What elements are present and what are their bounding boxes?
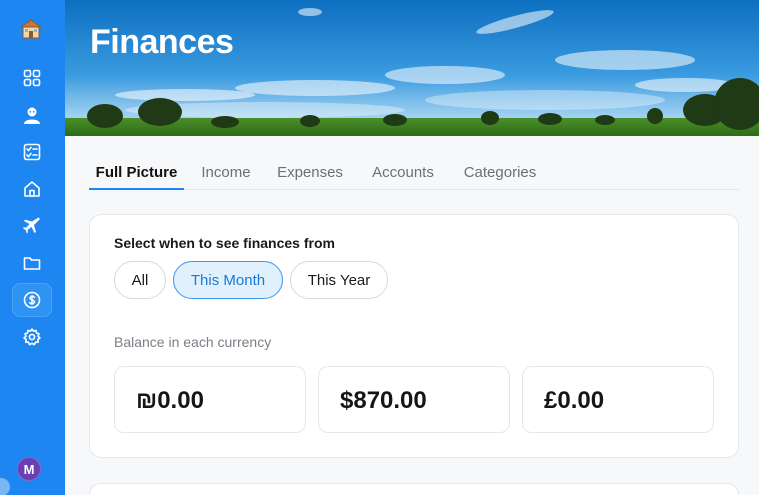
period-chip-this-month[interactable]: This Month — [173, 261, 283, 299]
balance-label: Balance in each currency — [114, 334, 272, 350]
page-title: Finances — [90, 23, 234, 61]
balance-card-usd: $870.00 — [318, 366, 510, 433]
sidebar-item-tasks[interactable] — [12, 135, 52, 169]
secondary-card — [89, 483, 739, 495]
plane-icon — [23, 217, 40, 234]
tab-categories[interactable]: Categories — [457, 155, 543, 190]
header-banner: Finances — [65, 0, 759, 136]
user-icon — [24, 107, 40, 124]
balance-amount: ₪0.00 — [136, 387, 204, 414]
sidebar-item-settings[interactable] — [12, 320, 52, 354]
landscape-image — [65, 0, 759, 136]
sidebar-item-dashboard[interactable] — [12, 61, 52, 95]
sidebar-item-travel[interactable] — [12, 209, 52, 243]
house-icon — [24, 181, 40, 197]
period-chip-all[interactable]: All — [114, 261, 166, 299]
sidebar: M — [0, 0, 65, 495]
home-logo-icon[interactable] — [19, 18, 43, 40]
sidebar-item-finances[interactable] — [12, 283, 52, 317]
finances-summary-card: Select when to see finances from All Thi… — [89, 214, 739, 458]
period-chip-this-year[interactable]: This Year — [290, 261, 388, 299]
balance-card-ils: ₪0.00 — [114, 366, 306, 433]
sidebar-item-home[interactable] — [12, 172, 52, 206]
status-dot — [0, 478, 10, 495]
folder-icon — [23, 257, 41, 270]
settings-icon — [23, 328, 41, 346]
tab-accounts[interactable]: Accounts — [364, 155, 442, 190]
balance-card-gbp: £0.00 — [522, 366, 714, 433]
balance-amount: £0.00 — [544, 387, 605, 414]
balance-amount: $870.00 — [340, 387, 427, 414]
sidebar-item-files[interactable] — [12, 246, 52, 280]
tab-expenses[interactable]: Expenses — [271, 155, 349, 190]
sidebar-item-profile[interactable] — [12, 98, 52, 132]
tab-income[interactable]: Income — [193, 155, 259, 190]
checklist-icon — [23, 143, 41, 161]
period-filter-label: Select when to see finances from — [114, 235, 335, 251]
tab-bar: Full Picture Income Expenses Accounts Ca… — [89, 155, 739, 190]
dollar-icon — [23, 291, 41, 309]
tab-full-picture[interactable]: Full Picture — [89, 155, 184, 190]
dashboard-icon — [23, 69, 41, 87]
avatar[interactable]: M — [17, 457, 41, 481]
